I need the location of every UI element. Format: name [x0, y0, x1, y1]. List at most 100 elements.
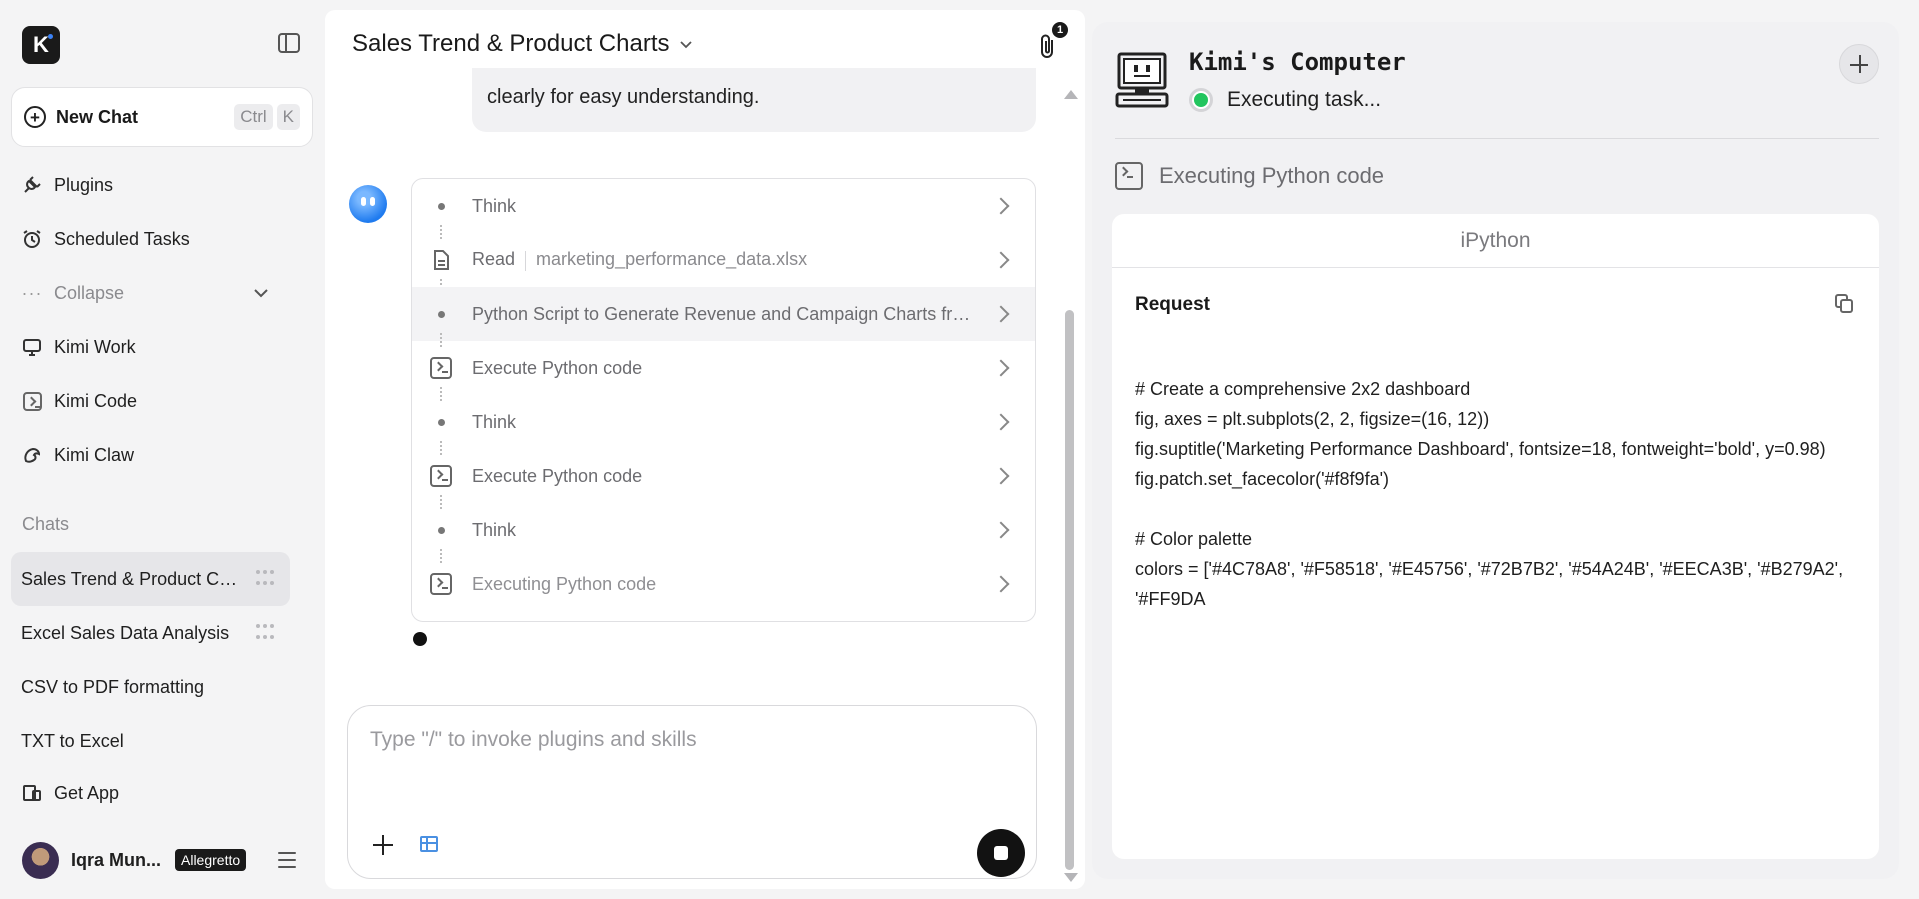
separator: [525, 250, 527, 271]
code-line: fig.patch.set_facecolor('#f8f9fa'): [1135, 469, 1390, 489]
current-action: Executing Python code: [1115, 162, 1384, 190]
scroll-up-arrow-icon[interactable]: [1064, 90, 1078, 99]
step-think[interactable]: Think: [412, 395, 1035, 449]
plus-icon[interactable]: [370, 832, 396, 858]
sidebar-item-scheduled-tasks[interactable]: Scheduled Tasks: [22, 224, 190, 254]
terminal-icon: [1115, 162, 1143, 190]
monitor-icon: [22, 337, 42, 357]
step-label: Think: [472, 411, 517, 432]
step-label: Executing Python code: [472, 573, 657, 594]
sidebar-item-label: Plugins: [54, 174, 114, 195]
chat-title: Sales Trend & Product Charts: [21, 568, 256, 589]
avatar[interactable]: [22, 841, 59, 879]
code-line: fig.suptitle('Marketing Performance Dash…: [1135, 439, 1826, 459]
sidebar-toggle-icon[interactable]: [278, 33, 300, 53]
chat-title-dropdown[interactable]: Sales Trend & Product Charts: [352, 30, 693, 58]
sidebar-item-label: Kimi Work: [54, 336, 136, 357]
stop-icon: [994, 846, 1008, 860]
chat-list-item[interactable]: Excel Sales Data Analysis: [11, 606, 290, 660]
new-chat-label: New Chat: [56, 106, 139, 127]
request-label: Request: [1135, 294, 1210, 315]
menu-icon[interactable]: [278, 852, 296, 868]
chat-list-item[interactable]: TXT to Excel: [11, 714, 290, 768]
sidebar: K + New Chat Ctrl K Plugins Scheduled Ta…: [0, 0, 322, 899]
bullet-icon: [428, 193, 454, 219]
new-chat-button[interactable]: + New Chat Ctrl K: [11, 87, 313, 147]
divider: [1115, 138, 1879, 139]
expand-button[interactable]: [1839, 44, 1879, 84]
chat-scrollbar[interactable]: [1062, 90, 1078, 882]
plan-badge: Allegretto: [175, 849, 247, 871]
step-think[interactable]: Think: [412, 179, 1035, 233]
drag-handle-icon[interactable]: [256, 570, 274, 588]
table-icon[interactable]: [420, 836, 438, 852]
step-label: Execute Python code: [472, 465, 643, 486]
alarm-clock-icon: [22, 229, 42, 249]
terminal-icon: [428, 571, 454, 597]
status-indicator-icon: [1189, 88, 1213, 112]
code-line: # Create a comprehensive 2x2 dashboard: [1135, 379, 1471, 399]
user-message: clearly for easy understanding.: [472, 68, 1036, 132]
step-code[interactable]: Execute Python code: [412, 449, 1035, 503]
step-label: Think: [472, 519, 517, 540]
scrollbar-thumb[interactable]: [1065, 310, 1074, 870]
user-profile[interactable]: Iqra Mun... Allegretto: [22, 840, 302, 880]
code-block: # Create a comprehensive 2x2 dashboard f…: [1135, 374, 1860, 614]
chevron-down-icon[interactable]: [252, 284, 270, 302]
chats-heading: Chats: [22, 514, 70, 534]
document-icon: [428, 247, 454, 273]
step-think[interactable]: Think: [412, 503, 1035, 557]
chevron-right-icon: [992, 575, 1010, 593]
chevron-right-icon: [992, 305, 1010, 323]
step-label: Think: [472, 195, 517, 216]
message-input[interactable]: [370, 728, 1010, 752]
sidebar-item-label: Kimi Code: [54, 390, 138, 411]
stop-button[interactable]: [977, 829, 1025, 877]
sidebar-item-collapse[interactable]: ··· Collapse: [22, 278, 125, 308]
file-name: marketing_performance_data.xlsx: [536, 249, 808, 270]
bullet-icon: [428, 301, 454, 327]
step-think[interactable]: Python Script to Generate Revenue and Ca…: [412, 287, 1035, 341]
chevron-right-icon: [992, 251, 1010, 269]
chevron-right-icon: [992, 359, 1010, 377]
plug-icon: [22, 175, 42, 195]
computer-panel: Kimi's Computer Executing task... Execut…: [1092, 22, 1899, 879]
sidebar-item-kimi-claw[interactable]: Kimi Claw: [22, 440, 134, 470]
logo-letter: K: [33, 32, 49, 57]
chat-list-item[interactable]: CSV to PDF formatting: [11, 660, 290, 714]
terminal-icon: [22, 391, 42, 411]
code-line: # Color palette: [1135, 529, 1253, 549]
sidebar-item-kimi-work[interactable]: Kimi Work: [22, 332, 136, 362]
bullet-icon: [428, 409, 454, 435]
chat-panel: Sales Trend & Product Charts 1 clearly f…: [325, 10, 1085, 889]
sidebar-item-plugins[interactable]: Plugins: [22, 170, 113, 200]
sidebar-item-label: Collapse: [54, 282, 125, 303]
chat-title: TXT to Excel: [21, 730, 124, 751]
user-name: Iqra Mun...: [71, 849, 161, 870]
devices-icon: [22, 783, 42, 803]
chat-list-item[interactable]: Sales Trend & Product Charts: [11, 552, 290, 606]
step-read[interactable]: Read marketing_performance_data.xlsx: [412, 233, 1035, 287]
terminal-icon: [428, 355, 454, 381]
drag-handle-icon[interactable]: [256, 624, 274, 642]
status-text: Executing task...: [1227, 88, 1382, 111]
sidebar-item-get-app[interactable]: Get App: [22, 778, 119, 808]
step-code-running[interactable]: Executing Python code: [412, 557, 1035, 611]
copy-icon[interactable]: [1835, 294, 1855, 314]
scroll-down-arrow-icon[interactable]: [1064, 873, 1078, 882]
sidebar-item-label: Scheduled Tasks: [54, 228, 190, 249]
sidebar-item-label: Get App: [54, 782, 120, 803]
agent-steps-panel: Think Read marketing_performance_data.xls…: [411, 178, 1036, 622]
step-code[interactable]: Execute Python code: [412, 341, 1035, 395]
sidebar-item-label: Kimi Claw: [54, 444, 135, 465]
typing-indicator: [413, 632, 427, 646]
sidebar-item-kimi-code[interactable]: Kimi Code: [22, 386, 137, 416]
chat-title-text: Sales Trend & Product Charts: [352, 30, 670, 57]
chevron-down-icon: [680, 41, 693, 49]
code-line: fig, axes = plt.subplots(2, 2, figsize=(…: [1135, 409, 1490, 429]
kimi-logo[interactable]: K: [22, 26, 60, 64]
terminal-icon: [428, 463, 454, 489]
chevron-right-icon: [992, 467, 1010, 485]
step-label: Read: [472, 249, 516, 270]
